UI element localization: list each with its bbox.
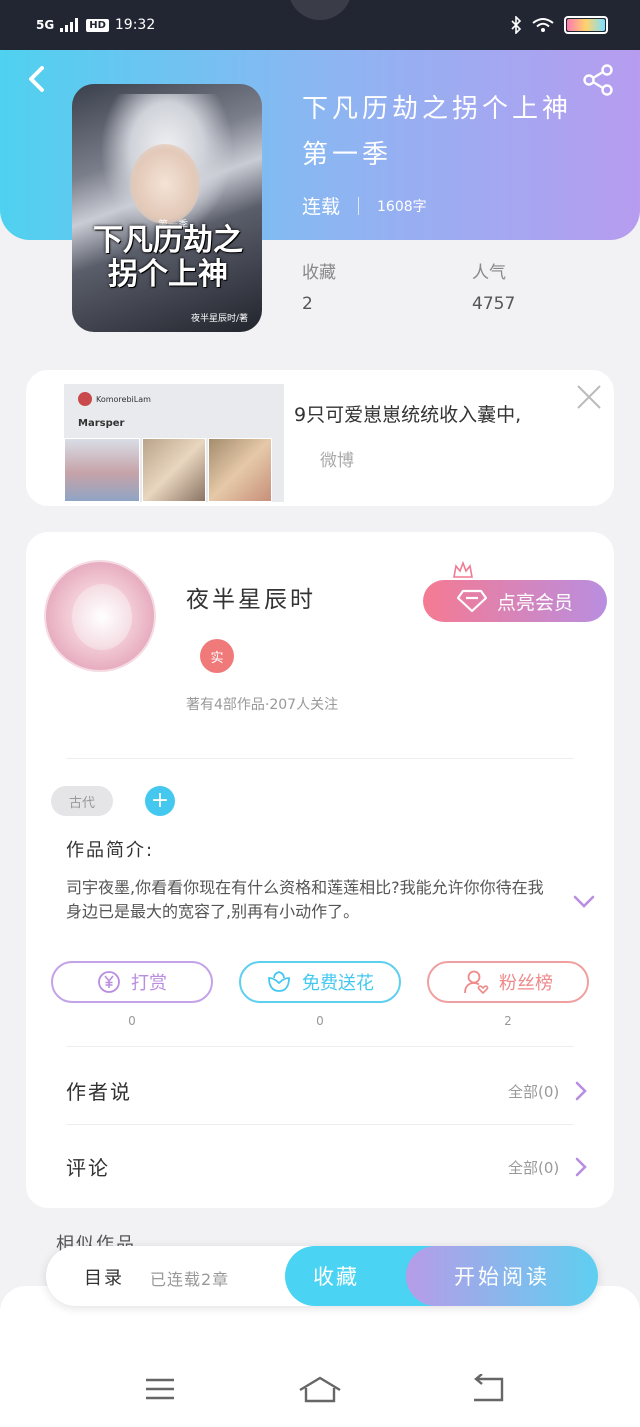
vip-label: 点亮会员 bbox=[496, 591, 573, 614]
author-says-label: 作者说 bbox=[66, 1080, 132, 1104]
crown-icon bbox=[453, 560, 473, 578]
author-says-count: 全部(0) bbox=[508, 1083, 560, 1101]
genre-tag[interactable]: 古代 bbox=[51, 786, 113, 816]
start-reading-button[interactable]: 开始阅读 bbox=[406, 1246, 598, 1306]
cover-title: 下凡历劫之拐个上神 bbox=[93, 223, 243, 292]
add-tag-button[interactable]: + bbox=[145, 786, 175, 816]
return-icon[interactable] bbox=[466, 1374, 510, 1404]
bottom-panel bbox=[0, 1286, 640, 1427]
camera-notch bbox=[288, 0, 352, 20]
favorites-label: 收藏 bbox=[302, 263, 336, 283]
ad-text[interactable]: 9只可爱崽崽统统收入囊中, bbox=[294, 400, 614, 427]
bluetooth-icon bbox=[511, 16, 522, 34]
comments-count: 全部(0) bbox=[508, 1159, 560, 1177]
status-bar: 5G HD 19:32 bbox=[0, 0, 640, 50]
back-icon[interactable] bbox=[24, 62, 48, 96]
home-icon[interactable] bbox=[298, 1374, 342, 1404]
divider bbox=[66, 1046, 574, 1047]
network-label: 5G bbox=[36, 18, 55, 32]
yen-icon bbox=[98, 971, 120, 993]
reward-count: 0 bbox=[128, 1014, 136, 1028]
chevron-right-icon bbox=[575, 1081, 587, 1101]
verified-badge: 实 bbox=[200, 639, 234, 673]
meta-divider bbox=[358, 196, 360, 215]
send-flower-label: 免费送花 bbox=[302, 973, 374, 994]
send-flower-button[interactable]: 免费送花 bbox=[239, 961, 401, 1003]
close-icon[interactable] bbox=[574, 382, 604, 412]
ad-thumb bbox=[64, 438, 140, 502]
book-cover[interactable]: 第一季 下凡历劫之拐个上神 夜半星辰时/著 bbox=[72, 84, 262, 332]
battery-icon bbox=[564, 16, 608, 34]
ad-source: 微博 bbox=[320, 451, 354, 471]
reward-button[interactable]: 打赏 bbox=[51, 961, 213, 1003]
intro-text[interactable]: 司宇夜墨,你看看你现在有什么资格和莲莲相比?我能允许你你待在我身边已是最大的宽容… bbox=[66, 876, 546, 924]
clock: 19:32 bbox=[114, 17, 156, 33]
avatar[interactable] bbox=[44, 560, 156, 672]
chevron-right-icon bbox=[575, 1157, 587, 1177]
ad-thumb bbox=[142, 438, 206, 502]
fan-ranking-label: 粉丝榜 bbox=[499, 973, 553, 994]
author-name[interactable]: 夜半星辰时 bbox=[186, 580, 316, 614]
wifi-icon bbox=[532, 18, 554, 32]
fan-count: 2 bbox=[504, 1014, 512, 1028]
author-stats: 著有4部作品·207人关注 bbox=[186, 697, 339, 713]
popularity-count: 4757 bbox=[472, 294, 516, 314]
divider bbox=[66, 1124, 574, 1125]
comments-label: 评论 bbox=[66, 1156, 110, 1180]
chevron-down-icon[interactable] bbox=[572, 892, 596, 912]
ad-product-name: Marsper bbox=[78, 418, 125, 429]
cover-author: 夜半星辰时/著 bbox=[190, 314, 248, 324]
ad-account: KomorebiLam bbox=[96, 394, 151, 404]
reward-label: 打赏 bbox=[131, 973, 167, 994]
ad-account-avatar bbox=[78, 392, 92, 406]
flower-count: 0 bbox=[316, 1014, 324, 1028]
activate-vip-button[interactable]: 点亮会员 bbox=[423, 580, 607, 622]
signal-icon bbox=[60, 18, 79, 32]
hd-badge: HD bbox=[86, 18, 109, 32]
book-title: 下凡历劫之拐个上神第一季 bbox=[302, 94, 573, 170]
intro-label: 作品简介: bbox=[66, 840, 155, 861]
fan-ranking-button[interactable]: 粉丝榜 bbox=[427, 961, 589, 1003]
ad-card[interactable]: KomorebiLam Marsper bbox=[26, 370, 614, 506]
popularity-label: 人气 bbox=[472, 263, 506, 283]
favorites-count: 2 bbox=[302, 294, 313, 314]
word-count: 1608字 bbox=[377, 198, 427, 215]
ad-image: KomorebiLam Marsper bbox=[64, 384, 284, 502]
flower-icon bbox=[268, 971, 290, 992]
diamond-icon bbox=[456, 589, 487, 613]
menu-icon[interactable] bbox=[138, 1374, 182, 1404]
fan-icon bbox=[464, 970, 489, 995]
divider bbox=[66, 758, 574, 759]
ad-thumb bbox=[208, 438, 272, 502]
toc-label: 目录 bbox=[84, 1268, 124, 1289]
toc-status: 已连载2章 bbox=[150, 1270, 230, 1289]
serial-status: 连载 bbox=[302, 196, 341, 218]
book-meta: 连载 1608字 bbox=[302, 192, 427, 219]
